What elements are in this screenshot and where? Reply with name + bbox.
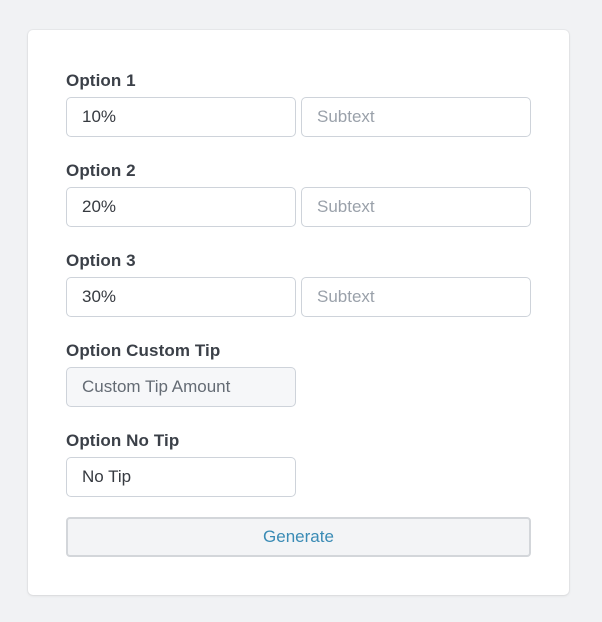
option-3-row (66, 277, 531, 317)
option-2-group: Option 2 (66, 160, 531, 227)
no-tip-label: Option No Tip (66, 431, 180, 450)
option-1-value-input[interactable] (66, 97, 296, 137)
generate-button[interactable]: Generate (66, 517, 531, 557)
option-3-subtext-input[interactable] (301, 277, 531, 317)
option-1-group: Option 1 (66, 70, 531, 137)
option-1-label: Option 1 (66, 71, 136, 90)
option-2-row (66, 187, 531, 227)
no-tip-row (66, 457, 531, 497)
option-2-value-input[interactable] (66, 187, 296, 227)
tip-options-card: Option 1 Option 2 Option 3 Option Custom… (28, 30, 569, 595)
option-1-subtext-input[interactable] (301, 97, 531, 137)
option-1-row (66, 97, 531, 137)
no-tip-group: Option No Tip (66, 430, 296, 497)
custom-tip-row (66, 367, 531, 407)
option-3-label: Option 3 (66, 251, 136, 270)
no-tip-input[interactable] (66, 457, 296, 497)
custom-tip-label: Option Custom Tip (66, 341, 221, 360)
custom-tip-input (66, 367, 296, 407)
option-2-subtext-input[interactable] (301, 187, 531, 227)
option-2-label: Option 2 (66, 161, 136, 180)
custom-tip-group: Option Custom Tip (66, 340, 296, 407)
option-3-group: Option 3 (66, 250, 531, 317)
option-3-value-input[interactable] (66, 277, 296, 317)
